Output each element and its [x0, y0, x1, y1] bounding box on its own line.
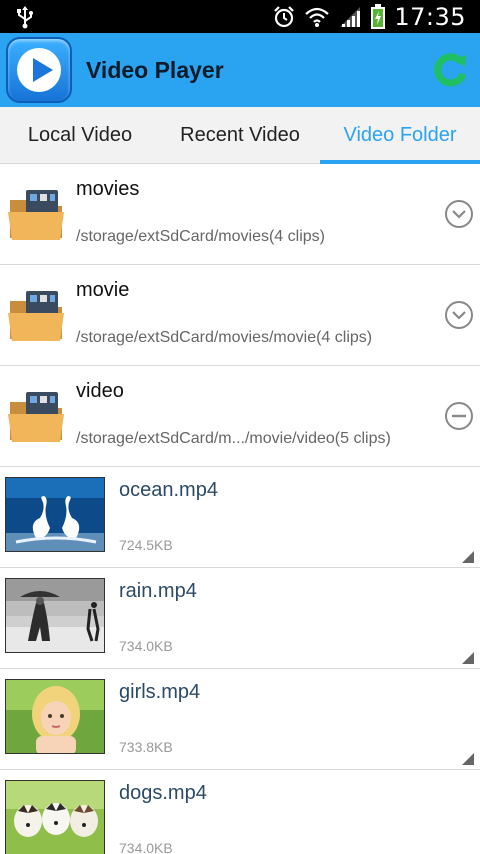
- video-thumbnail: [5, 578, 105, 653]
- tab-label: Recent Video: [180, 124, 300, 146]
- video-name: rain.mp4: [119, 580, 197, 602]
- folder-video-icon: [8, 392, 64, 442]
- video-thumbnail: [5, 679, 105, 754]
- refresh-icon[interactable]: [430, 50, 470, 90]
- folder-name: movies: [76, 178, 140, 200]
- app-title: Video Player: [86, 57, 224, 83]
- collapse-minus-icon[interactable]: [444, 401, 474, 431]
- tab-local-video[interactable]: Local Video: [0, 107, 160, 164]
- video-item[interactable]: girls.mp4 733.8KB: [0, 669, 480, 770]
- video-item[interactable]: rain.mp4 734.0KB: [0, 568, 480, 669]
- video-size: 733.8KB: [119, 739, 173, 755]
- play-icon: [6, 37, 72, 103]
- status-bar: 17:35: [0, 0, 480, 33]
- folder-path: /storage/extSdCard/movies/movie(4 clips): [76, 329, 373, 346]
- signal-icon: [340, 6, 361, 27]
- clock: 17:35: [394, 2, 466, 31]
- item-menu-indicator[interactable]: [462, 551, 474, 563]
- chevron-down-icon[interactable]: [444, 300, 474, 330]
- folder-row[interactable]: movies /storage/extSdCard/movies(4 clips…: [0, 164, 480, 265]
- video-size: 734.0KB: [119, 638, 173, 654]
- folder-row[interactable]: video /storage/extSdCard/m.../movie/vide…: [0, 366, 480, 467]
- tab-recent-video[interactable]: Recent Video: [160, 107, 320, 164]
- chevron-down-icon[interactable]: [444, 199, 474, 229]
- wifi-icon: [305, 7, 330, 27]
- folder-row[interactable]: movie /storage/extSdCard/movies/movie(4 …: [0, 265, 480, 366]
- app-bar: Video Player: [0, 33, 480, 107]
- video-size: 734.0KB: [119, 840, 173, 854]
- usb-icon: [17, 6, 33, 29]
- folder-name: movie: [76, 279, 130, 301]
- video-item[interactable]: dogs.mp4 734.0KB: [0, 770, 480, 854]
- tab-label: Local Video: [27, 124, 133, 146]
- item-menu-indicator[interactable]: [462, 652, 474, 664]
- video-thumbnail: [5, 477, 105, 552]
- tab-label: Video Folder: [343, 124, 457, 146]
- folder-path: /storage/extSdCard/m.../movie/video(5 cl…: [76, 430, 391, 447]
- battery-charging-icon: [371, 3, 386, 29]
- video-thumbnail: [5, 780, 105, 854]
- tab-video-folder[interactable]: Video Folder: [320, 107, 480, 165]
- video-item[interactable]: ocean.mp4 724.5KB: [0, 467, 480, 568]
- tab-bar: Local Video Recent Video Video Folder: [0, 107, 480, 165]
- alarm-icon: [274, 5, 295, 27]
- folder-video-icon: [8, 190, 64, 240]
- video-name: ocean.mp4: [119, 479, 218, 501]
- video-size: 724.5KB: [119, 537, 173, 553]
- item-menu-indicator[interactable]: [462, 753, 474, 765]
- folder-path: /storage/extSdCard/movies(4 clips): [76, 228, 325, 245]
- video-name: dogs.mp4: [119, 782, 207, 804]
- video-name: girls.mp4: [119, 681, 201, 703]
- folder-video-icon: [8, 291, 64, 341]
- folder-name: video: [76, 380, 124, 402]
